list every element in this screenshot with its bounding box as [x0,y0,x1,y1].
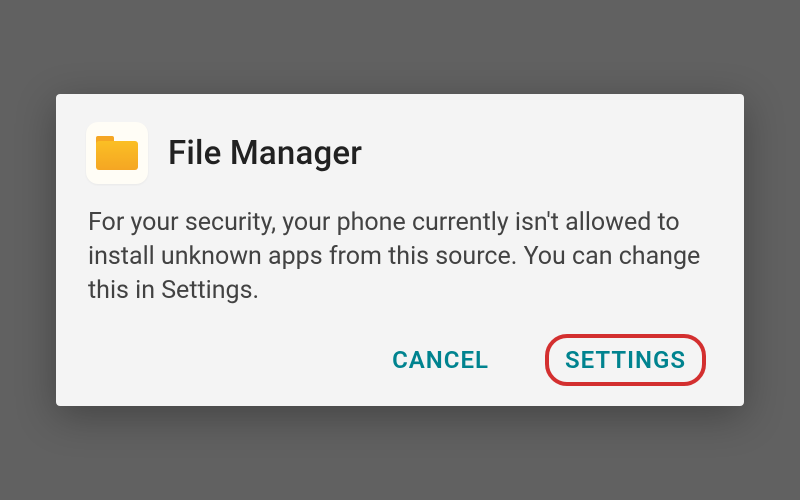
dialog-title: File Manager [168,134,362,173]
dialog-message: For your security, your phone currently … [86,206,714,307]
folder-icon [96,136,138,170]
permission-dialog: File Manager For your security, your pho… [56,94,744,405]
settings-button[interactable]: SETTINGS [563,342,688,378]
settings-highlight: SETTINGS [545,334,706,386]
app-icon-wrap [86,122,148,184]
dialog-header: File Manager [86,122,714,184]
dialog-actions: CANCEL SETTINGS [86,334,714,386]
cancel-button[interactable]: CANCEL [376,336,505,384]
